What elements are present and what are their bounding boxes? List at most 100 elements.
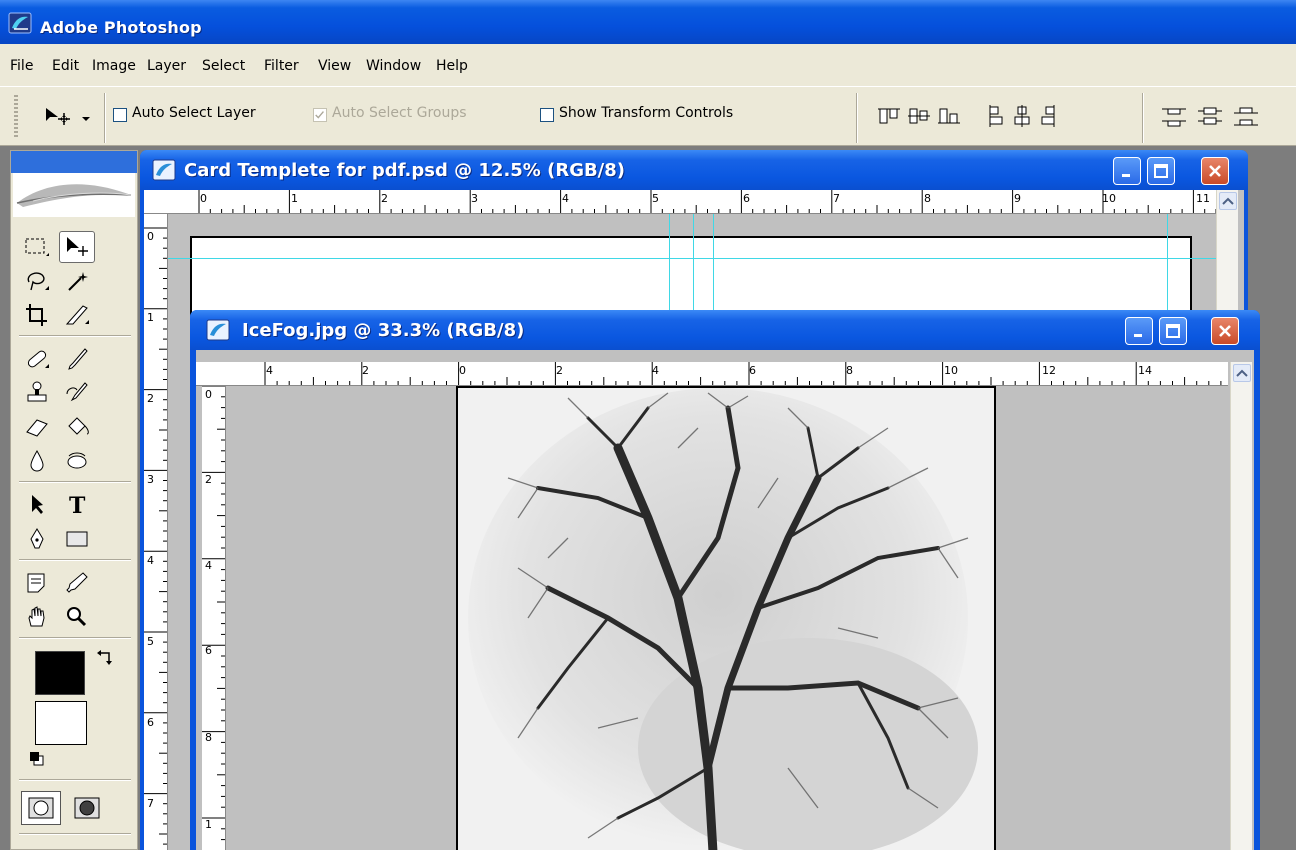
icefog-vruler-ticks xyxy=(202,386,225,841)
card-window-title-bar[interactable]: Card Templete for pdf.psd @ 12.5% (RGB/8… xyxy=(140,150,1248,190)
ruler-label: 7 xyxy=(147,797,154,810)
menu-select[interactable]: Select xyxy=(202,58,245,74)
distribute-buttons-group xyxy=(1162,107,1258,127)
default-colors-icon[interactable] xyxy=(29,751,45,767)
brush-icon xyxy=(68,348,88,370)
rectangle-tool[interactable] xyxy=(59,523,95,555)
ruler-label: 11 xyxy=(1196,192,1210,205)
clone-stamp-tool[interactable] xyxy=(19,377,55,409)
horizontal-guide[interactable] xyxy=(168,258,1216,259)
lasso-icon xyxy=(27,272,49,291)
eyedropper-tool[interactable] xyxy=(59,567,95,599)
marquee-tool[interactable] xyxy=(19,231,55,263)
ruler-label: 6 xyxy=(205,644,212,657)
crop-tool[interactable] xyxy=(19,299,55,331)
ruler-label: 5 xyxy=(652,192,659,205)
ruler-label: 10 xyxy=(944,364,958,377)
ruler-label: 0 xyxy=(205,388,212,401)
align-bottom-icon xyxy=(938,108,960,124)
card-close-button[interactable] xyxy=(1201,157,1229,185)
chevron-up-icon xyxy=(1236,369,1248,377)
show-transform-controls-label: Show Transform Controls xyxy=(559,105,734,121)
card-minimize-button[interactable] xyxy=(1113,157,1141,185)
toolbox-separator xyxy=(19,481,131,483)
menu-edit[interactable]: Edit xyxy=(52,58,79,74)
maximize-icon xyxy=(1166,324,1180,338)
pen-tool[interactable] xyxy=(19,523,55,555)
icefog-vertical-ruler[interactable]: 0 2 4 6 8 1 xyxy=(202,386,226,850)
ruler-label: 3 xyxy=(147,473,154,486)
ruler-label: 5 xyxy=(147,635,154,648)
menu-image[interactable]: Image xyxy=(92,58,136,74)
menu-view[interactable]: View xyxy=(318,58,351,74)
scroll-up-button[interactable] xyxy=(1233,364,1251,382)
eraser-tool[interactable] xyxy=(19,411,55,443)
align-buttons-group xyxy=(878,105,1055,127)
align-left-icon xyxy=(989,105,1003,127)
paint-bucket-icon xyxy=(68,417,89,435)
healing-brush-tool[interactable] xyxy=(19,343,55,375)
card-vertical-ruler[interactable]: 0 1 2 3 4 5 6 7 xyxy=(144,214,168,850)
icefog-photo[interactable] xyxy=(456,386,996,850)
blur-tool[interactable] xyxy=(19,445,55,477)
close-icon xyxy=(1219,325,1231,337)
menu-help[interactable]: Help xyxy=(436,58,468,74)
magic-wand-tool[interactable] xyxy=(59,265,95,297)
history-brush-tool[interactable] xyxy=(59,377,95,409)
menu-file[interactable]: File xyxy=(10,58,33,74)
foreground-color-swatch[interactable] xyxy=(35,651,85,695)
quick-mask-button[interactable] xyxy=(67,791,107,825)
icefog-minimize-button[interactable] xyxy=(1125,317,1153,345)
maximize-icon xyxy=(1154,164,1168,178)
icefog-vertical-scrollbar[interactable] xyxy=(1230,362,1252,850)
ruler-label: 2 xyxy=(205,473,212,486)
scroll-up-button[interactable] xyxy=(1219,192,1237,210)
align-hcenter-icon xyxy=(1014,105,1030,127)
hand-tool[interactable] xyxy=(19,601,55,633)
lasso-tool[interactable] xyxy=(19,265,55,297)
menu-layer[interactable]: Layer xyxy=(147,58,186,74)
dodge-tool[interactable] xyxy=(59,445,95,477)
swap-colors-icon[interactable] xyxy=(95,647,117,669)
rectangle-icon xyxy=(66,531,88,547)
ruler-label: 6 xyxy=(147,716,154,729)
align-top-icon xyxy=(878,108,900,124)
auto-select-layer-checkbox[interactable] xyxy=(113,108,127,122)
toolbox-header[interactable] xyxy=(11,151,137,173)
move-tool-preset-icon[interactable] xyxy=(40,105,96,127)
ruler-label: 10 xyxy=(1102,192,1116,205)
icefog-close-button[interactable] xyxy=(1211,317,1239,345)
photoshop-logo-icon xyxy=(8,12,32,34)
toolbox-feather-logo xyxy=(13,173,135,217)
menu-window[interactable]: Window xyxy=(366,58,421,74)
toolbox-separator xyxy=(19,335,131,337)
slice-tool[interactable] xyxy=(59,299,95,331)
card-maximize-button[interactable] xyxy=(1147,157,1175,185)
icefog-horizontal-ruler[interactable]: 4 2 0 2 4 6 8 10 12 14 xyxy=(196,362,1228,386)
menu-filter[interactable]: Filter xyxy=(264,58,299,74)
paint-bucket-tool[interactable] xyxy=(59,411,95,443)
zoom-tool[interactable] xyxy=(59,601,95,633)
show-transform-controls-checkbox[interactable] xyxy=(540,108,554,122)
brush-tool[interactable] xyxy=(59,343,95,375)
ruler-label: 6 xyxy=(749,364,756,377)
app-title-bar: Adobe Photoshop xyxy=(0,0,1296,44)
card-hruler-ticks xyxy=(198,190,1216,213)
ruler-label: 6 xyxy=(743,192,750,205)
icefog-hruler-ticks xyxy=(264,362,1222,385)
align-vcenter-icon xyxy=(908,108,930,124)
standard-mode-button[interactable] xyxy=(21,791,61,825)
icefog-window-title-bar[interactable]: IceFog.jpg @ 33.3% (RGB/8) xyxy=(190,310,1260,350)
icefog-maximize-button[interactable] xyxy=(1159,317,1187,345)
icefog-canvas-area[interactable]: 4 2 0 2 4 6 8 10 12 14 0 2 4 6 8 1 xyxy=(196,350,1254,850)
close-icon xyxy=(1209,165,1221,177)
notes-tool[interactable] xyxy=(19,567,55,599)
minimize-icon xyxy=(1134,334,1142,337)
distribute-bottom-icon xyxy=(1234,107,1258,126)
move-tool[interactable] xyxy=(59,231,95,263)
path-selection-tool[interactable] xyxy=(19,489,55,521)
type-tool[interactable]: T xyxy=(59,489,95,521)
card-horizontal-ruler[interactable]: 0 1 2 3 4 5 6 7 8 9 10 11 xyxy=(144,190,1216,214)
options-bar-grip[interactable] xyxy=(14,95,18,139)
background-color-swatch[interactable] xyxy=(35,701,87,745)
